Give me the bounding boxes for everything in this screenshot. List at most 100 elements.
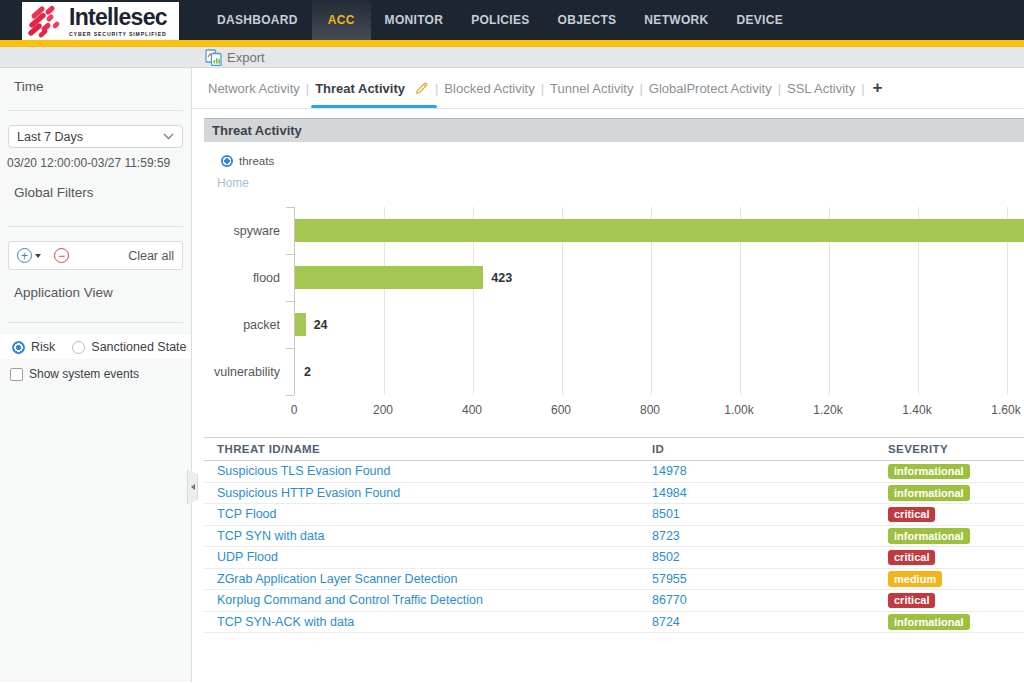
risk-radio[interactable] xyxy=(12,341,25,354)
severity-badge: medium xyxy=(888,571,942,587)
threat-name-link[interactable]: ZGrab Application Layer Scanner Detectio… xyxy=(217,572,457,586)
chart-bar-value: 423 xyxy=(491,266,512,289)
collapse-arrow-icon xyxy=(191,484,195,490)
column-header-severity[interactable]: SEVERITY xyxy=(875,438,1024,461)
severity-badge: critical xyxy=(888,507,935,523)
breadcrumb-home[interactable]: Home xyxy=(217,176,1024,190)
tab-blocked-activity[interactable]: Blocked Activity xyxy=(444,68,534,108)
add-filter-caret-icon[interactable] xyxy=(35,254,41,258)
threat-id-link[interactable]: 8723 xyxy=(652,529,680,543)
chart-y-tick xyxy=(286,348,294,349)
chevron-down-icon xyxy=(163,133,174,140)
global-filters-box: + − Clear all xyxy=(8,241,183,270)
column-header-threat-id-name[interactable]: THREAT ID/NAME xyxy=(204,438,639,461)
chart-x-tick-label: 0 xyxy=(291,403,298,417)
chart-y-tick xyxy=(286,301,294,302)
tab-globalprotect-activity[interactable]: GlobalProtect Activity xyxy=(649,68,772,108)
add-tab-button[interactable]: + xyxy=(873,78,883,98)
threat-activity-panel: Threat Activity threats Home 423242 0200… xyxy=(204,118,1024,633)
chart-bar-packet[interactable] xyxy=(295,313,306,336)
time-range-detail: 03/20 12:00:00-03/27 11:59:59 xyxy=(7,156,191,170)
add-filter-icon[interactable]: + xyxy=(17,248,32,263)
time-range-value: Last 7 Days xyxy=(17,130,83,144)
threat-name-link[interactable]: Suspicious TLS Evasion Found xyxy=(217,464,390,478)
threat-id-link[interactable]: 14978 xyxy=(652,464,687,478)
threat-id-link[interactable]: 14984 xyxy=(652,486,687,500)
table-row: UDP Flood 8502 critical xyxy=(204,547,1024,569)
threat-bar-chart: 423242 02004006008001.00k1.20k1.40k1.60k… xyxy=(204,207,1024,422)
sidebar-collapse-handle[interactable] xyxy=(187,470,198,504)
time-range-select[interactable]: Last 7 Days xyxy=(8,125,183,148)
radio-label: Sanctioned State xyxy=(91,340,186,354)
tab-label: GlobalProtect Activity xyxy=(649,81,772,96)
tab-threat-activity[interactable]: Threat Activity xyxy=(315,68,429,108)
table-row: Suspicious HTTP Evasion Found14984inform… xyxy=(204,482,1024,504)
threat-id-link[interactable]: 86770 xyxy=(652,593,687,607)
tab-label: Tunnel Activity xyxy=(550,81,633,96)
radio-label: Risk xyxy=(31,340,55,354)
table-row: Korplug Command and Control Traffic Dete… xyxy=(204,590,1024,612)
chart-bar-flood[interactable] xyxy=(295,266,483,289)
chart-y-tick xyxy=(286,254,294,255)
table-row: TCP Flood 8501 critical xyxy=(204,504,1024,526)
sanctioned-state-radio[interactable] xyxy=(72,341,85,354)
nav-item-network[interactable]: NETWORK xyxy=(630,0,722,40)
threat-name-link[interactable]: Suspicious HTTP Evasion Found xyxy=(217,486,400,500)
tab-label: Blocked Activity xyxy=(444,81,534,96)
tab-separator: | xyxy=(535,81,550,96)
threat-name-link[interactable]: UDP Flood xyxy=(217,550,278,564)
brand-logo[interactable]: Intellesec CYBER SECURITY SIMPLIFIED xyxy=(22,2,179,40)
divider xyxy=(8,226,183,227)
tab-network-activity[interactable]: Network Activity xyxy=(208,68,300,108)
table-row: TCP SYN-ACK with data8724informational xyxy=(204,611,1024,633)
remove-filter-icon[interactable]: − xyxy=(54,248,69,263)
threat-name-link[interactable]: TCP SYN-ACK with data xyxy=(217,615,354,629)
severity-badge: critical xyxy=(888,550,935,566)
threat-name-link[interactable]: TCP Flood xyxy=(217,507,277,521)
table-row: TCP SYN with data 8723 informational xyxy=(204,525,1024,547)
threat-id-link[interactable]: 8724 xyxy=(652,615,680,629)
nav-item-objects[interactable]: OBJECTS xyxy=(544,0,631,40)
threat-name-link[interactable]: Korplug Command and Control Traffic Dete… xyxy=(217,593,483,607)
chart-bar-value: 2 xyxy=(304,360,311,383)
threat-id-link[interactable]: 8502 xyxy=(652,550,680,564)
nav-item-monitor[interactable]: MONITOR xyxy=(371,0,458,40)
top-navbar: Intellesec CYBER SECURITY SIMPLIFIED DAS… xyxy=(0,0,1024,40)
application-view-heading: Application View xyxy=(0,274,191,300)
chart-x-tick-label: 1.40k xyxy=(902,403,931,417)
edit-pencil-icon[interactable] xyxy=(414,81,429,96)
nav-item-device[interactable]: DEVICE xyxy=(722,0,796,40)
threat-id-link[interactable]: 8501 xyxy=(652,507,680,521)
nav-item-dashboard[interactable]: DASHBOARD xyxy=(203,0,312,40)
threat-name-link[interactable]: TCP SYN with data xyxy=(217,529,324,543)
nav-item-policies[interactable]: POLICIES xyxy=(457,0,543,40)
nav-item-acc[interactable]: ACC xyxy=(312,0,371,40)
brand-tagline: CYBER SECURITY SIMPLIFIED xyxy=(69,31,167,37)
threats-radio-label: threats xyxy=(239,155,274,167)
tab-label: Network Activity xyxy=(208,81,300,96)
export-icon xyxy=(205,49,222,66)
threats-radio[interactable] xyxy=(221,155,233,167)
panel-header: Threat Activity xyxy=(204,118,1024,142)
tab-ssl-activity[interactable]: SSL Activity xyxy=(787,68,855,108)
export-button[interactable]: Export xyxy=(205,49,265,66)
global-filters-heading: Global Filters xyxy=(0,174,191,200)
clear-all-button[interactable]: Clear all xyxy=(128,249,174,263)
tab-tunnel-activity[interactable]: Tunnel Activity xyxy=(550,68,633,108)
time-heading: Time xyxy=(0,68,191,94)
panel-title: Threat Activity xyxy=(212,123,302,138)
table-row: Suspicious TLS Evasion Found14978informa… xyxy=(204,461,1024,483)
severity-badge: critical xyxy=(888,593,935,609)
show-system-events-checkbox[interactable] xyxy=(10,368,23,381)
threat-id-link[interactable]: 57955 xyxy=(652,572,687,586)
severity-badge: informational xyxy=(888,528,970,544)
column-header-id[interactable]: ID xyxy=(639,438,875,461)
filter-sidebar: Time Last 7 Days 03/20 12:00:00-03/27 11… xyxy=(0,68,192,682)
chart-category-label: flood xyxy=(192,254,280,301)
chart-bar-spyware[interactable] xyxy=(295,219,1024,242)
brand-logo-icon xyxy=(26,4,66,38)
chart-category-label: packet xyxy=(192,301,280,348)
main-nav: DASHBOARDACCMONITORPOLICIESOBJECTSNETWOR… xyxy=(203,0,797,40)
tab-separator: | xyxy=(855,81,870,96)
threat-table: THREAT ID/NAMEIDSEVERITY Suspicious TLS … xyxy=(204,437,1024,633)
